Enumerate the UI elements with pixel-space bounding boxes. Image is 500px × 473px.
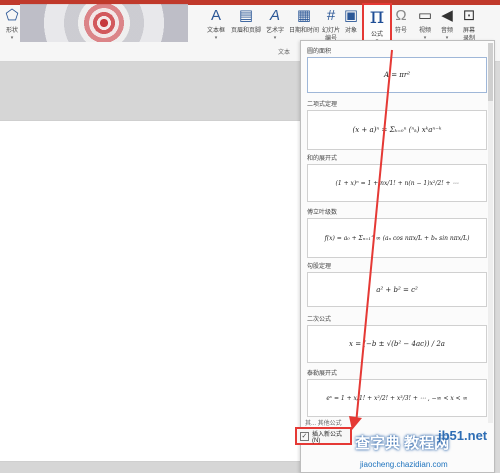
gallery-scrollbar-thumb[interactable]	[488, 43, 493, 101]
gallery-item-title: 二次公式	[307, 317, 332, 323]
header-footer-label: 页眉和页脚	[230, 28, 261, 34]
video-label: 视频	[418, 28, 431, 34]
chevron-down-icon: ▾	[214, 35, 218, 41]
formula-text: (1 + x)ⁿ = 1 + nx/1! + n(n − 1)x²/2! + ⋯	[335, 179, 459, 187]
calendar-icon: ▦	[296, 7, 312, 24]
shapes-icon: ⬠	[5, 7, 19, 24]
formula-text: (x + a)ⁿ = Σₖ₌₀ⁿ (ⁿₖ) xᵏaⁿ⁻ᵏ	[352, 126, 442, 134]
gallery-item-title: 二项式定理	[307, 102, 338, 108]
new-formula-icon: ✓	[300, 431, 309, 441]
video-icon: ▭	[417, 7, 433, 24]
datetime-label: 日期和时间	[288, 28, 319, 34]
speaker-icon: ◀	[441, 7, 453, 24]
gallery-item-expansion-of-sum[interactable]: (1 + x)ⁿ = 1 + nx/1! + n(n − 1)x²/2! + ⋯	[307, 164, 487, 202]
gallery-item-circle-area[interactable]: A = πr²	[307, 57, 487, 93]
shapes-button[interactable]: ⬠ 形状 ▾	[2, 7, 22, 51]
textbox-button[interactable]: A 文本框 ▾	[205, 7, 227, 51]
more-formulas-item[interactable]: 其... 其他公式	[305, 418, 342, 427]
wordart-label: 艺术字	[265, 28, 284, 34]
textbox-label: 文本框	[206, 28, 225, 34]
screen-record-icon: ⊡	[462, 7, 476, 24]
gallery-item-title: 泰勒展开式	[307, 371, 338, 377]
wordart-button[interactable]: A 艺术字 ▾	[264, 7, 286, 51]
formula-text: x = (−b ± √(b² − 4ac)) / 2a	[349, 340, 445, 348]
textbox-icon: A	[210, 7, 221, 24]
wordart-icon: A	[269, 7, 280, 24]
object-label: 对象	[344, 28, 357, 34]
decorative-photo	[20, 4, 188, 42]
chevron-down-icon: ▾	[10, 35, 14, 41]
formula-text: eˣ = 1 + x/1! + x²/2! + x³/3! + ⋯ , −∞ <…	[326, 394, 468, 402]
gallery-item-binomial[interactable]: (x + a)ⁿ = Σₖ₌₀ⁿ (ⁿₖ) xᵏaⁿ⁻ᵏ	[307, 110, 487, 150]
formula-text: f(x) = a₀ + Σₙ₌₁^∞ (aₙ cos nπx/L + bₙ si…	[324, 234, 470, 242]
formula-label: 公式	[370, 32, 383, 38]
gallery-item-fourier-series[interactable]: f(x) = a₀ + Σₙ₌₁^∞ (aₙ cos nπx/L + bₙ si…	[307, 218, 487, 258]
insert-new-formula-label: 插入新公式(N)	[311, 431, 342, 444]
object-icon: ▣	[343, 7, 359, 24]
slide-number-icon: #	[326, 7, 336, 24]
gallery-item-title: 和的展开式	[307, 156, 338, 162]
watermark-badge: jb51.net	[438, 428, 488, 443]
gallery-item-title: 圆的面积	[307, 49, 332, 55]
gallery-item-quadratic[interactable]: x = (−b ± √(b² − 4ac)) / 2a	[307, 325, 487, 363]
header-footer-button[interactable]: ▤ 页眉和页脚	[229, 7, 263, 51]
formula-gallery: 圆的面积 A = πr² 二项式定理 (x + a)ⁿ = Σₖ₌₀ⁿ (ⁿₖ)…	[300, 40, 495, 473]
symbol-label: 符号	[394, 28, 407, 34]
slide-canvas	[0, 62, 300, 473]
watermark-text: 查字典 教程网	[355, 435, 450, 452]
gallery-item-taylor[interactable]: eˣ = 1 + x/1! + x²/2! + x³/3! + ⋯ , −∞ <…	[307, 379, 487, 417]
formula-text: a² + b² = c²	[376, 285, 418, 294]
omega-icon: Ω	[395, 7, 407, 24]
gallery-item-title: 傅立叶级数	[307, 210, 338, 216]
text-group-label: 文本	[278, 50, 291, 56]
watermark-site: jiaocheng.chazidian.com	[360, 460, 448, 469]
gallery-item-title: 勾股定理	[307, 264, 332, 270]
insert-new-formula-button[interactable]: ✓ 插入新公式(N)	[295, 427, 352, 445]
slide[interactable]	[0, 120, 300, 462]
chevron-down-icon: ▾	[273, 35, 277, 41]
gallery-item-pythagorean[interactable]: a² + b² = c²	[307, 272, 487, 307]
pi-icon: π	[369, 4, 385, 29]
header-footer-icon: ▤	[238, 7, 254, 24]
formula-text: A = πr²	[383, 71, 411, 79]
shapes-label: 形状	[5, 28, 18, 34]
audio-label: 音频	[440, 28, 453, 34]
